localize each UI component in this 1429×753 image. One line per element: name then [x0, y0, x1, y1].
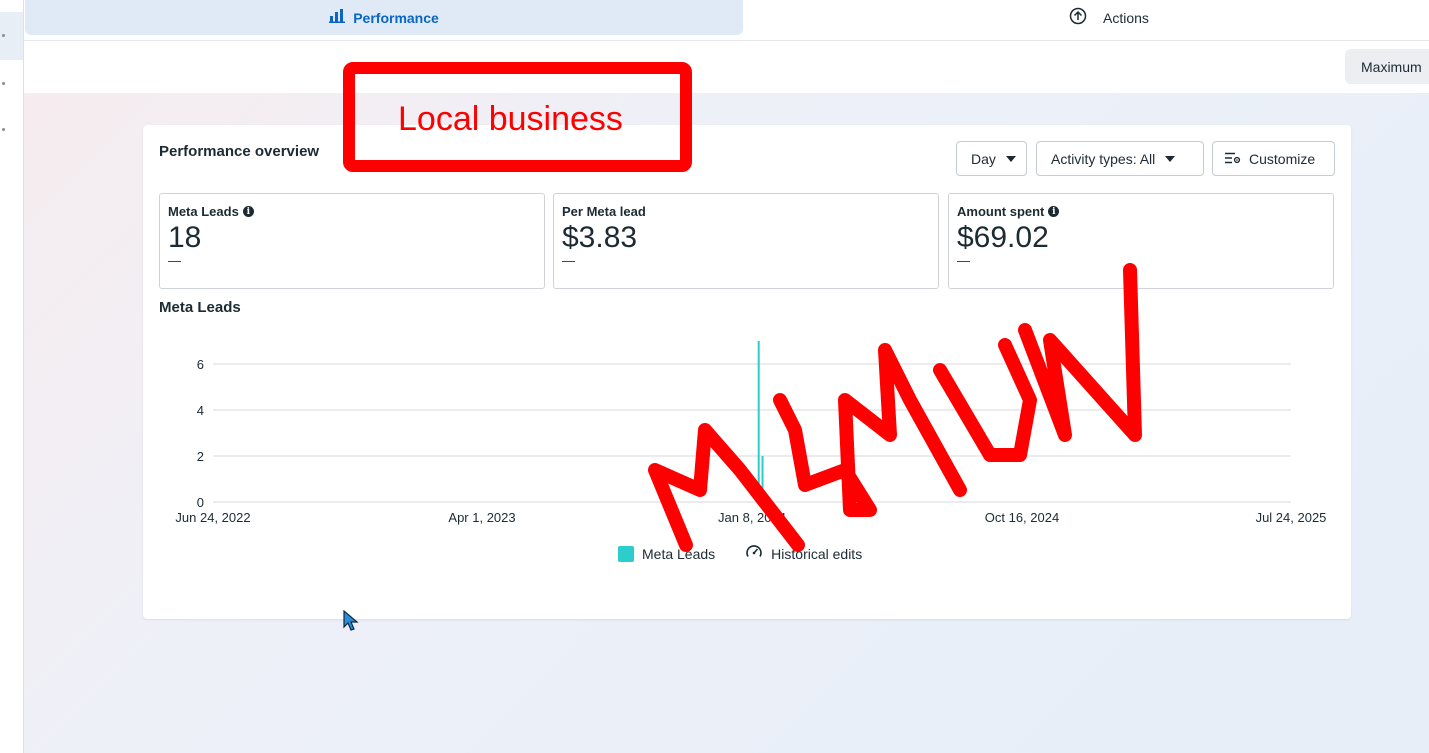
legend-item-meta-leads[interactable]: Meta Leads: [618, 545, 716, 562]
chart-bar[interactable]: [761, 456, 764, 502]
meta-leads-chart: 0 2 4 6 Jun 24, 2022 Apr 1, 2023 Jan 8, 2024 Oc…: [175, 341, 1327, 525]
mouse-cursor-icon: [343, 609, 359, 637]
x-tick-label: Jan 8, 2024: [718, 510, 786, 525]
metric-change: —: [957, 253, 970, 268]
card-title: Performance overview: [159, 143, 320, 160]
y-tick-label: 0: [197, 495, 204, 510]
info-icon[interactable]: i: [1048, 206, 1060, 217]
left-sidebar: [0, 0, 24, 753]
info-icon[interactable]: i: [242, 206, 254, 217]
sidebar-dot: [2, 34, 5, 37]
legend-item-historical-edits[interactable]: Historical edits: [745, 543, 862, 564]
customize-label: Customize: [1249, 150, 1316, 167]
metric-change: —: [168, 253, 181, 268]
caret-down-icon: [1005, 155, 1016, 162]
y-tick-label: 2: [197, 449, 204, 464]
y-tick-label: 6: [197, 357, 204, 372]
metric-card-per-meta-lead: Per Meta lead $3.83 —: [553, 193, 939, 289]
x-tick-label: Jul 24, 2025: [1256, 510, 1327, 525]
metric-card-amount-spent: Amount spent i $69.02 —: [948, 193, 1334, 289]
activity-types-dropdown[interactable]: Activity types: All: [1036, 141, 1204, 176]
customize-settings-icon: [1225, 151, 1241, 167]
metric-value: $3.83: [562, 221, 638, 254]
date-range-button[interactable]: Maximum: [1345, 49, 1429, 84]
y-tick-label: 4: [197, 403, 204, 418]
x-tick-label: Jun 24, 2022: [175, 510, 250, 525]
x-tick-label: Oct 16, 2024: [985, 510, 1059, 525]
toolbar-strip: [24, 41, 1429, 93]
sidebar-dot: [2, 128, 5, 131]
arrow-up-circle-icon: [1069, 7, 1087, 28]
day-dropdown[interactable]: Day: [956, 141, 1027, 176]
day-dropdown-label: Day: [971, 150, 996, 167]
tab-bar: Performance Actions: [24, 0, 1429, 41]
metric-label: Meta Leads: [168, 204, 239, 219]
chart-title: Meta Leads: [159, 299, 241, 316]
sidebar-dot: [2, 82, 5, 85]
tab-actions-label: Actions: [1103, 9, 1149, 26]
caret-down-icon: [1165, 155, 1176, 162]
customize-button[interactable]: Customize: [1212, 141, 1335, 176]
metric-card-meta-leads: Meta Leads i 18 —: [159, 193, 545, 289]
tab-actions[interactable]: Actions: [1069, 0, 1269, 35]
metric-value: 18: [168, 221, 202, 254]
x-tick-label: Apr 1, 2023: [448, 510, 515, 525]
legend-swatch: [618, 545, 634, 562]
activity-types-label: Activity types: All: [1051, 150, 1156, 167]
tab-performance-label: Performance: [353, 9, 439, 26]
gauge-icon: [745, 543, 763, 564]
performance-overview-card: Performance overview Day Activity types:…: [143, 125, 1351, 619]
chart-bar[interactable]: [757, 341, 760, 502]
metric-change: —: [562, 253, 575, 268]
metric-label: Amount spent: [957, 204, 1045, 219]
chart-legend: Meta Leads Historical edits: [618, 543, 862, 564]
metric-label: Per Meta lead: [562, 204, 646, 219]
metric-value: $69.02: [957, 221, 1049, 254]
legend-label: Historical edits: [771, 545, 863, 562]
bar-chart-icon: [329, 9, 346, 26]
legend-label: Meta Leads: [642, 545, 716, 562]
tab-performance[interactable]: Performance: [25, 0, 743, 35]
